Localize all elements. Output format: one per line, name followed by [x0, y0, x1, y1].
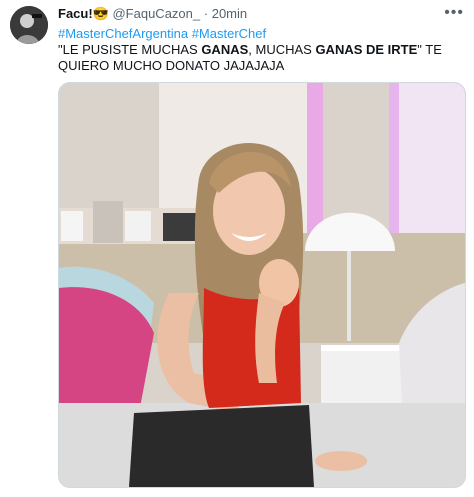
tweet-card: Facu!😎 @FaquCazon_ · 20min ••• #MasterCh…: [0, 0, 474, 497]
more-options-icon[interactable]: •••: [444, 4, 464, 22]
timestamp[interactable]: 20min: [212, 6, 247, 21]
avatar[interactable]: [10, 6, 48, 44]
text-part: "LE PUSISTE MUCHAS: [58, 42, 202, 57]
hashtags: #MasterChefArgentina #MasterChef: [58, 26, 266, 41]
separator: ·: [203, 6, 209, 21]
hashtag-masterchefargentina[interactable]: #MasterChefArgentina: [58, 26, 188, 41]
text-part-bold: GANAS DE IRTE: [315, 42, 418, 57]
sunglasses-emoji-icon: 😎: [92, 6, 109, 21]
media-photo: [59, 83, 465, 487]
display-name[interactable]: Facu!: [58, 6, 93, 21]
tweet-media[interactable]: [58, 82, 466, 488]
tweet-header: Facu!😎 @FaquCazon_ · 20min: [58, 6, 444, 22]
avatar-image: [10, 6, 48, 44]
hashtag-masterchef[interactable]: #MasterChef: [192, 26, 266, 41]
text-part-bold: GANAS: [201, 42, 249, 57]
tweet-text: "LE PUSISTE MUCHAS GANAS, MUCHAS GANAS D…: [58, 42, 458, 74]
handle[interactable]: @FaquCazon_: [112, 6, 200, 21]
text-part: , MUCHAS: [248, 42, 316, 57]
